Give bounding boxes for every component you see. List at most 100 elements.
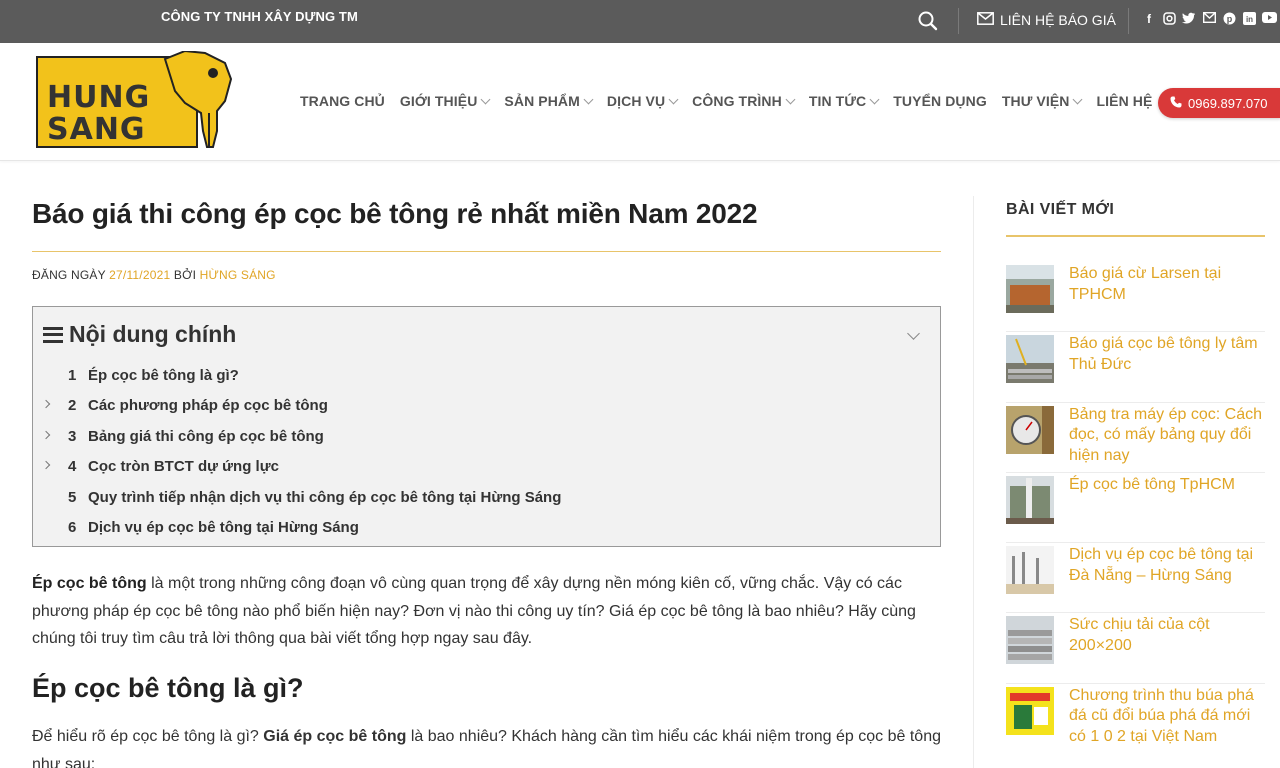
recent-post-title[interactable]: Chương trình thu búa phá đá cũ đổi búa p…	[1069, 686, 1265, 748]
site-logo[interactable]: HUNG SANG	[35, 49, 235, 153]
nav-item-label: CÔNG TRÌNH	[692, 93, 782, 109]
post-thumbnail[interactable]	[1006, 616, 1054, 665]
toc-item[interactable]: 5 Quy trình tiếp nhận dịch vụ thi công ép…	[33, 487, 940, 517]
post-thumbnail[interactable]	[1006, 335, 1054, 384]
post-title: Báo giá thi công ép cọc bê tông rẻ nhất …	[32, 198, 758, 229]
chevron-down-icon	[668, 94, 679, 104]
svg-text:in: in	[1245, 15, 1252, 24]
logo-text-hung: HUNG	[47, 80, 150, 115]
section-paragraph: Để hiểu rõ ép cọc bê tông là gì? Giá ép …	[32, 723, 947, 768]
youtube-icon[interactable]	[1262, 12, 1277, 26]
section-heading: Ép cọc bê tông là gì?	[32, 673, 304, 703]
post-thumbnail[interactable]	[1006, 686, 1054, 735]
site-header: HUNG SANG TRANG CHỦ GIỚI THIỆU SẢN PHẨM DỊC…	[0, 43, 1280, 161]
svg-text:p: p	[1226, 14, 1232, 24]
post-date-link[interactable]: 27/11/2021	[109, 268, 170, 282]
post-thumbnail[interactable]	[1006, 405, 1054, 454]
chevron-down-icon[interactable]	[907, 327, 920, 340]
chevron-down-icon	[1073, 94, 1083, 104]
facebook-icon[interactable]: f	[1142, 12, 1156, 26]
envelope-icon	[977, 12, 994, 28]
nav-item[interactable]: TUYỂN DỤNG	[893, 93, 987, 109]
toc-item-number: 2	[68, 397, 77, 415]
recent-post-title[interactable]: Ép cọc bê tông TpHCM	[1069, 475, 1265, 496]
sidebar-title: BÀI VIẾT MỚI	[1006, 201, 1115, 218]
instagram-icon[interactable]	[1162, 12, 1176, 26]
intro-bold-link[interactable]: Ép cọc bê tông	[32, 575, 147, 592]
toc-item-label: Bảng giá thi công ép cọc bê tông	[88, 427, 324, 445]
toc-item[interactable]: 3 Bảng giá thi công ép cọc bê tông	[33, 426, 940, 456]
recent-post-item[interactable]: Báo giá cừ Larsen tại TPHCM	[1006, 262, 1265, 333]
recent-post-item[interactable]: Chương trình thu búa phá đá cũ đổi búa p…	[1006, 684, 1265, 754]
phone-icon	[1170, 96, 1182, 111]
toc-item-number: 6	[68, 518, 77, 536]
nav-item-label: SẢN PHẨM	[504, 93, 580, 109]
toc-item-number: 4	[68, 458, 77, 476]
chevron-right-icon[interactable]	[41, 400, 51, 409]
recent-post-title[interactable]: Sức chịu tải của cột 200×200	[1069, 615, 1265, 656]
toc-header[interactable]: Nội dung chính	[43, 321, 236, 348]
toc-item-label: Cọc tròn BTCT dự ứng lực	[88, 458, 279, 476]
post-meta: ĐĂNG NGÀY 27/11/2021 BỞI HỪNG SÁNG	[32, 268, 276, 282]
divider	[1128, 8, 1129, 34]
recent-post-title[interactable]: Báo giá cọc bê tông ly tâm Thủ Đức	[1069, 334, 1265, 375]
toc-item[interactable]: 6 Dịch vụ ép cọc bê tông tại Hừng Sáng	[33, 517, 940, 547]
pinterest-icon[interactable]: p	[1222, 12, 1236, 26]
sidebar-divider	[973, 196, 974, 768]
chevron-down-icon	[785, 94, 796, 104]
recent-post-item[interactable]: Dịch vụ ép cọc bê tông tại Đà Nẵng – Hừn…	[1006, 543, 1265, 614]
post-author-link[interactable]: HỪNG SÁNG	[200, 268, 276, 282]
nav-item-label: LIÊN HỆ	[1096, 93, 1153, 109]
post-thumbnail[interactable]	[1006, 265, 1054, 313]
sidebar-title-underline	[1006, 235, 1265, 237]
chevron-right-icon[interactable]	[41, 430, 51, 440]
post-thumbnail[interactable]	[1006, 546, 1054, 595]
chevron-down-icon	[480, 94, 491, 104]
recent-post-item[interactable]: Sức chịu tải của cột 200×200	[1006, 613, 1265, 684]
nav-item-label: TUYỂN DỤNG	[893, 93, 987, 109]
logo-text-sang: SANG	[47, 112, 146, 147]
nav-item[interactable]: DỊCH VỤ	[607, 93, 679, 109]
chevron-right-icon[interactable]	[41, 460, 51, 470]
nav-item[interactable]: GIỚI THIỆU	[399, 93, 491, 109]
toc-item-number: 1	[68, 367, 77, 384]
twitter-icon[interactable]	[1182, 12, 1196, 26]
nav-item[interactable]: SẢN PHẨM	[504, 93, 594, 109]
recent-post-title[interactable]: Dịch vụ ép cọc bê tông tại Đà Nẵng – Hừn…	[1069, 545, 1265, 586]
nav-item-label: TRANG CHỦ	[300, 93, 385, 109]
intro-text: là một trong những công đoạn vô cùng qua…	[32, 575, 916, 647]
toc-title: Nội dung chính	[69, 321, 237, 347]
recent-post-item[interactable]: Báo giá cọc bê tông ly tâm Thủ Đức	[1006, 332, 1265, 403]
menu-icon	[43, 326, 63, 343]
linkedin-icon[interactable]: in	[1242, 12, 1256, 26]
recent-posts-list: Báo giá cừ Larsen tại TPHCM Báo giá cọc b…	[1006, 262, 1265, 754]
p2-bold: Giá ép cọc bê tông	[263, 728, 407, 745]
chevron-down-icon	[583, 94, 594, 104]
nav-item[interactable]: TIN TỨC	[809, 93, 880, 109]
nav-item[interactable]: THƯ VIỆN	[1002, 93, 1083, 109]
nav-item[interactable]: TRANG CHỦ	[300, 93, 385, 109]
toc-item[interactable]: 1 Ép cọc bê tông là gì?	[33, 365, 940, 395]
social-links: f p in	[1142, 11, 1277, 26]
recent-post-title[interactable]: Bảng tra máy ép cọc: Cách đọc, có mấy bả…	[1069, 405, 1265, 467]
toc-item[interactable]: 2 Các phương pháp ép cọc bê tông	[33, 395, 940, 425]
nav-item-label: GIỚI THIỆU	[399, 93, 478, 109]
email-icon[interactable]	[1202, 11, 1216, 26]
toc-item-number: 3	[68, 427, 77, 445]
phone-number: 0969.897.070	[1188, 95, 1268, 111]
search-icon[interactable]	[917, 10, 939, 32]
nav-item[interactable]: LIÊN HỆ	[1096, 93, 1152, 109]
recent-post-title[interactable]: Báo giá cừ Larsen tại TPHCM	[1069, 264, 1265, 305]
recent-post-item[interactable]: Bảng tra máy ép cọc: Cách đọc, có mấy bả…	[1006, 403, 1265, 473]
contact-quote-link[interactable]: LIÊN HỆ BÁO GIÁ	[977, 12, 1116, 28]
phone-button[interactable]: 0969.897.070	[1158, 88, 1280, 118]
toc-item-label: Các phương pháp ép cọc bê tông	[88, 397, 328, 415]
toc-item-number: 5	[68, 488, 77, 506]
toc-item[interactable]: 4 Cọc tròn BTCT dự ứng lực	[33, 456, 940, 486]
nav-item[interactable]: CÔNG TRÌNH	[692, 93, 796, 109]
company-name: CÔNG TY TNHH XÂY DỰNG TM DỊCH VỤ HÙNG SÁ…	[161, 9, 357, 24]
post-thumbnail[interactable]	[1006, 475, 1054, 524]
meta-posted-label: ĐĂNG NGÀY	[32, 268, 106, 282]
toc-item-label: Dịch vụ ép cọc bê tông tại Hừng Sáng	[88, 518, 359, 536]
recent-post-item[interactable]: Ép cọc bê tông TpHCM	[1006, 473, 1265, 544]
